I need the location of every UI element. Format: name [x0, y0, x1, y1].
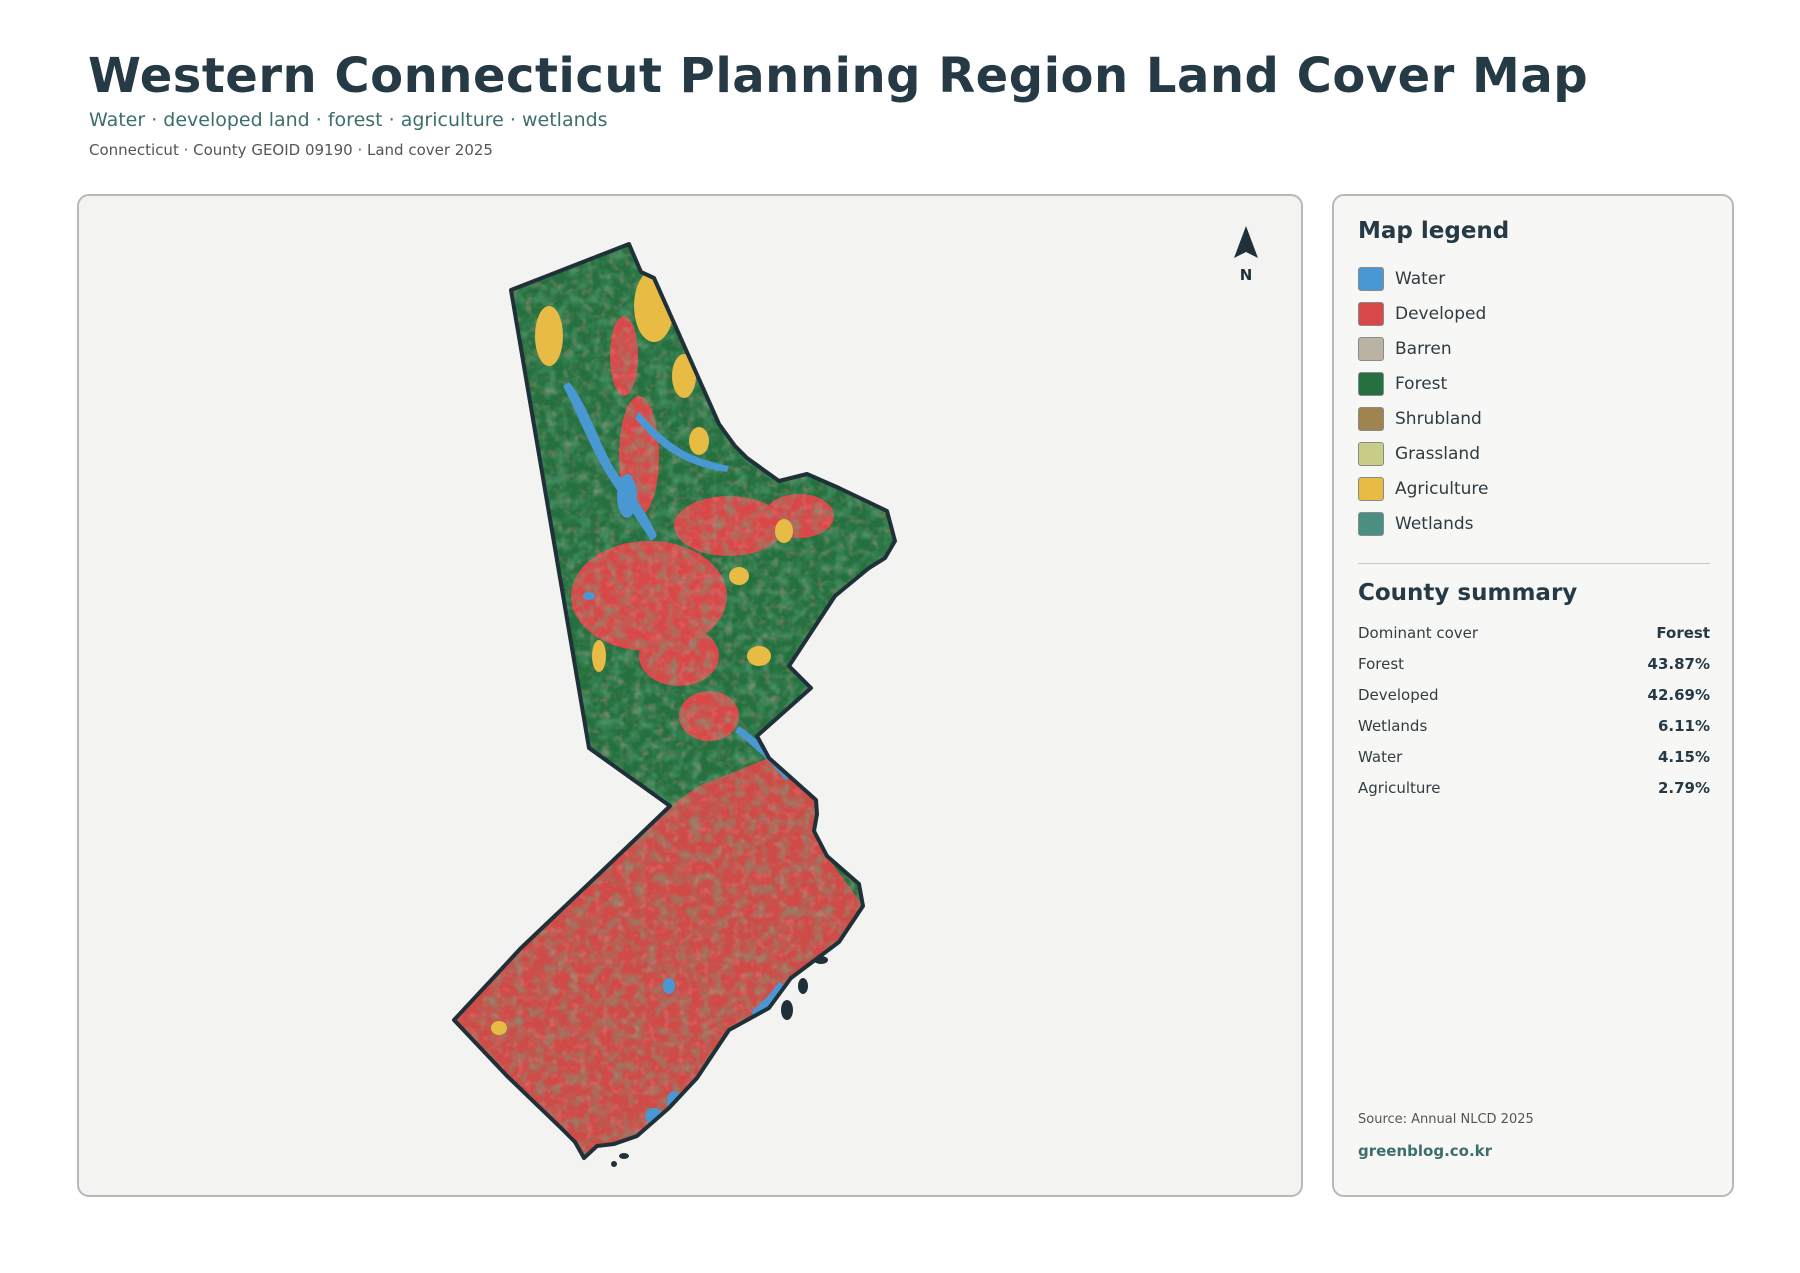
summary-label: Dominant cover [1358, 624, 1479, 642]
legend-title: Map legend [1358, 218, 1510, 244]
summary-label: Wetlands [1358, 717, 1428, 735]
summary-row: Agriculture 2.79% [1358, 779, 1710, 797]
legend-label: Wetlands [1395, 514, 1474, 534]
north-label: N [1240, 266, 1253, 284]
legend-swatch [1358, 267, 1384, 291]
summary-label: Agriculture [1358, 779, 1441, 797]
legend-swatch [1358, 477, 1384, 501]
summary-row: Developed 42.69% [1358, 686, 1710, 704]
legend-label: Agriculture [1395, 479, 1489, 499]
summary-value: Forest [1656, 624, 1710, 642]
side-panel: Map legend Water Developed Barren Forest… [1332, 194, 1734, 1197]
summary-value: 6.11% [1657, 717, 1710, 735]
legend-swatch [1358, 372, 1384, 396]
summary-value: 4.15% [1657, 748, 1710, 766]
source-note: Source: Annual NLCD 2025 [1358, 1112, 1534, 1127]
legend-label: Grassland [1395, 444, 1480, 464]
summary-value: 42.69% [1647, 686, 1710, 704]
summary-label: Forest [1358, 655, 1405, 673]
summary-label: Developed [1358, 686, 1439, 704]
summary-value: 2.79% [1657, 779, 1710, 797]
legend-swatch [1358, 442, 1384, 466]
legend-swatch [1358, 512, 1384, 536]
summary-value: 43.87% [1647, 655, 1710, 673]
legend-label: Shrubland [1395, 409, 1482, 429]
legend-swatch [1358, 407, 1384, 431]
summary-row: Dominant cover Forest [1358, 624, 1710, 642]
legend-item-water: Water [1358, 266, 1445, 292]
legend-item-shrubland: Shrubland [1358, 406, 1482, 432]
legend-item-developed: Developed [1358, 301, 1486, 327]
page-title: Western Connecticut Planning Region Land… [88, 48, 1589, 104]
legend-item-barren: Barren [1358, 336, 1452, 362]
legend-label: Developed [1395, 304, 1487, 324]
site-link[interactable]: greenblog.co.kr [1358, 1142, 1492, 1160]
legend-swatch [1358, 302, 1384, 326]
legend-item-agriculture: Agriculture [1358, 476, 1489, 502]
summary-label: Water [1358, 748, 1403, 766]
north-arrow: N [1234, 226, 1258, 284]
legend-swatch [1358, 337, 1384, 361]
land-cover-map[interactable]: N [79, 196, 1303, 1197]
legend-item-grassland: Grassland [1358, 441, 1480, 467]
summary-title: County summary [1358, 580, 1578, 606]
legend-item-forest: Forest [1358, 371, 1447, 397]
land-cover-raster [454, 244, 895, 1158]
legend-label: Water [1395, 269, 1446, 289]
summary-row: Water 4.15% [1358, 748, 1710, 766]
legend-label: Forest [1395, 374, 1448, 394]
page-caption: Connecticut · County GEOID 09190 · Land … [89, 141, 493, 159]
legend-item-wetlands: Wetlands [1358, 511, 1474, 537]
map-panel[interactable]: N [77, 194, 1303, 1197]
north-arrow-icon [1234, 226, 1258, 258]
legend-label: Barren [1395, 339, 1452, 359]
page-subtitle: Water · developed land · forest · agricu… [89, 109, 608, 131]
legend-divider [1358, 563, 1710, 564]
summary-row: Forest 43.87% [1358, 655, 1710, 673]
summary-row: Wetlands 6.11% [1358, 717, 1710, 735]
